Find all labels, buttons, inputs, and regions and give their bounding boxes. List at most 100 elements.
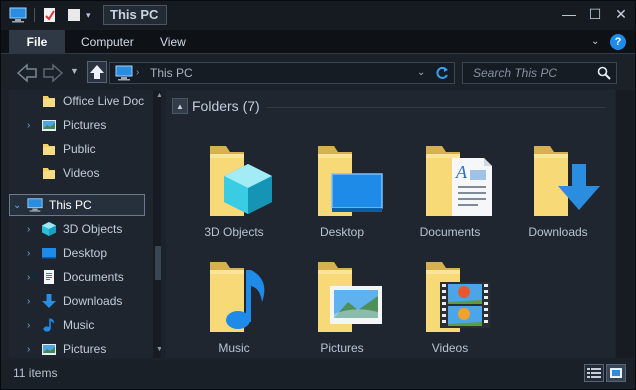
cube-icon [41, 221, 57, 237]
expand-chevron-icon[interactable]: › [27, 344, 37, 355]
nav-item-pictures[interactable]: › Pictures [27, 114, 106, 136]
up-arrow-icon[interactable] [87, 61, 107, 83]
details-view-icon[interactable] [584, 364, 604, 382]
customize-toolbar-chevron-icon[interactable]: ▾ [86, 10, 98, 21]
search-field[interactable]: Search This PC [462, 62, 617, 84]
forward-arrow-icon[interactable] [42, 62, 64, 84]
folder-tile-music[interactable]: Music [186, 240, 282, 356]
content-pane: ▲ Folders (7) 3D Objects Desktop A Document… [166, 90, 615, 358]
navigation-bar: ▼ › This PC ⌄ Search This PC [1, 55, 635, 89]
address-path[interactable]: This PC [150, 66, 193, 80]
svg-text:A: A [455, 162, 468, 182]
pictures-icon [41, 117, 57, 133]
nav-item-3d-objects[interactable]: › 3D Objects [27, 218, 122, 240]
nav-item-label: 3D Objects [63, 222, 123, 236]
folder-label: Downloads [528, 225, 588, 239]
folder-music-icon [186, 240, 282, 339]
window-title: This PC [103, 5, 167, 25]
collapse-group-icon[interactable]: ▲ [172, 98, 188, 114]
nav-item-videos[interactable]: Videos [27, 162, 99, 184]
nav-pane-scrollbar[interactable]: ▲ ▼ [153, 90, 161, 358]
desktop-icon [41, 245, 57, 261]
pictures-icon [41, 341, 57, 357]
folder-download-icon [510, 124, 606, 223]
status-bar: 11 items [1, 360, 635, 389]
maximize-button[interactable]: ☐ [582, 3, 608, 25]
nav-item-label: Pictures [63, 118, 107, 132]
nav-item-label: Music [63, 318, 95, 332]
nav-item-documents[interactable]: › Documents [27, 266, 124, 288]
tab-computer[interactable]: Computer [81, 30, 134, 54]
navigation-pane: Office Live Doc › Pictures Public Videos ⌄ Thi… [9, 90, 161, 358]
toolbar-divider [34, 8, 35, 22]
refresh-icon[interactable] [434, 65, 450, 81]
minimize-button[interactable]: — [556, 3, 582, 25]
search-placeholder[interactable]: Search This PC [473, 66, 557, 80]
search-icon[interactable] [597, 66, 611, 80]
content-scrollbar[interactable] [616, 90, 634, 358]
recent-locations-chevron-icon[interactable]: ▼ [70, 66, 79, 76]
tab-file[interactable]: File [9, 30, 65, 54]
folder-video-icon [402, 240, 498, 339]
close-button[interactable]: ✕ [608, 3, 634, 25]
nav-item-desktop[interactable]: › Desktop [27, 242, 107, 264]
computer-icon [115, 65, 133, 81]
folder-icon [41, 141, 57, 157]
folder-icon [41, 165, 57, 181]
expanded-chevron-icon[interactable]: ⌄ [13, 200, 23, 211]
expand-chevron-icon[interactable]: › [27, 296, 37, 307]
expand-chevron-icon[interactable]: › [27, 248, 37, 259]
folder-label: Documents [419, 225, 481, 239]
scroll-up-arrow-icon[interactable]: ▲ [156, 92, 161, 99]
folder-tile-pictures[interactable]: Pictures [294, 240, 390, 356]
folder-label: Pictures [320, 341, 364, 355]
nav-item-pictures[interactable]: › Pictures [27, 338, 106, 358]
folder-label: Videos [431, 341, 469, 355]
folders-group-header[interactable]: ▲ Folders (7) [172, 98, 260, 114]
folders-group-title: Folders (7) [192, 98, 260, 114]
nav-pane-scrollbar-thumb[interactable] [155, 246, 161, 280]
properties-icon[interactable] [42, 7, 58, 23]
expand-chevron-icon[interactable]: › [27, 224, 37, 235]
scroll-down-arrow-icon[interactable]: ▼ [156, 346, 161, 353]
nav-item-label: This PC [49, 198, 92, 212]
expand-chevron-icon[interactable]: › [27, 272, 37, 283]
breadcrumb-chevron-icon[interactable]: › [136, 67, 139, 78]
computer-icon [27, 197, 43, 213]
nav-item-label: Desktop [63, 246, 108, 260]
ribbon-tabs: File Computer View ⌄ ? [1, 30, 635, 54]
folder-documents-icon: A [402, 124, 498, 223]
nav-item-label: Pictures [63, 342, 107, 356]
nav-item-public[interactable]: Public [27, 138, 96, 160]
nav-item-label: Downloads [63, 294, 123, 308]
folder-tile-documents[interactable]: A Documents [402, 124, 498, 240]
group-divider [266, 107, 606, 108]
folder-label: 3D Objects [204, 225, 264, 239]
address-history-chevron-icon[interactable]: ⌄ [417, 67, 425, 78]
nav-item-music[interactable]: › Music [27, 314, 94, 336]
tab-view[interactable]: View [160, 30, 186, 54]
large-icons-view-icon[interactable] [606, 364, 626, 382]
back-arrow-icon[interactable] [16, 62, 38, 84]
folder-icon [41, 93, 57, 109]
expand-chevron-icon[interactable]: › [27, 120, 37, 131]
nav-item-label: Public [63, 142, 96, 156]
title-bar: ▾ This PC — ☐ ✕ [1, 1, 635, 30]
nav-item-office-live-doc[interactable]: Office Live Doc [27, 90, 144, 112]
download-icon [41, 293, 57, 309]
expand-chevron-icon[interactable]: › [27, 320, 37, 331]
help-icon[interactable]: ? [610, 34, 626, 50]
explorer-window: ▾ This PC — ☐ ✕ File Computer View ⌄ ? ▼… [0, 0, 636, 390]
nav-item-this-pc[interactable]: ⌄ This PC [13, 194, 92, 216]
folder-tile-desktop[interactable]: Desktop [294, 124, 390, 240]
nav-item-downloads[interactable]: › Downloads [27, 290, 122, 312]
address-bar[interactable]: › This PC ⌄ [109, 62, 455, 84]
new-folder-icon[interactable] [66, 7, 82, 23]
folder-tile-downloads[interactable]: Downloads [510, 124, 606, 240]
nav-item-label: Videos [63, 166, 100, 180]
folder-tile-videos[interactable]: Videos [402, 240, 498, 356]
expand-ribbon-chevron-icon[interactable]: ⌄ [591, 36, 599, 47]
item-count: 11 items [13, 366, 58, 380]
computer-icon[interactable] [9, 7, 27, 23]
folder-tile-3d-objects[interactable]: 3D Objects [186, 124, 282, 240]
